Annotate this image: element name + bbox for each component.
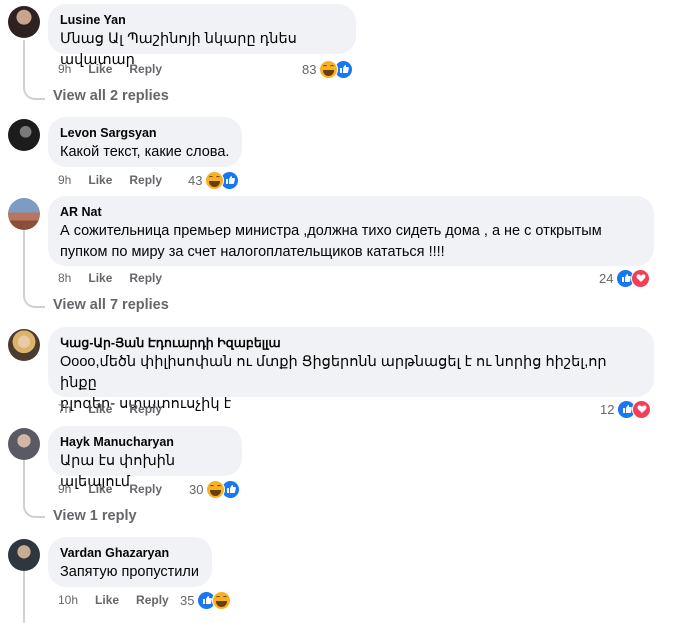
reply-button[interactable]: Reply [129, 482, 162, 496]
comment-text-line: пупком по миру за счет налогоплательщико… [60, 244, 445, 260]
haha-icon [212, 590, 232, 610]
reaction-summary[interactable]: 24 [599, 268, 651, 288]
reaction-count: 35 [180, 592, 195, 608]
comment-bubble: Lusine Yan Մնաց Ալ Պաշինոյի նկարը դնես ա… [48, 4, 356, 68]
comment-bubble: Կաց-Ար-Յան Էդուարդի Իզաբելլա Oooo,մեծն փ… [48, 327, 654, 412]
comment-author[interactable]: AR Nat [60, 204, 642, 220]
comment-author[interactable]: Lusine Yan [60, 12, 344, 28]
like-button[interactable]: Like [88, 271, 112, 285]
thread-curve [23, 294, 45, 308]
thread-line [23, 458, 25, 506]
comment-text: Какой текст, какие слова. [60, 144, 230, 160]
reaction-count: 30 [189, 481, 204, 497]
comment-bubble: Levon Sargsyan Какой текст, какие слова. [48, 117, 242, 167]
avatar[interactable] [8, 539, 40, 571]
thread-curve [23, 504, 45, 518]
comment-bubble: AR Nat А сожительница премьер министра ,… [48, 196, 654, 266]
comment-time[interactable]: 9h [58, 482, 71, 496]
thread-line [23, 40, 25, 88]
comment-text: Запятую пропустили [60, 564, 199, 580]
comment-time[interactable]: 9h [58, 62, 71, 76]
view-replies-link[interactable]: View all 2 replies [53, 86, 169, 106]
comment-text: А сожительница премьер министра ,должна … [60, 221, 642, 263]
comment-author[interactable]: Levon Sargsyan [60, 125, 230, 141]
comment-author[interactable]: Vardan Ghazaryan [60, 545, 200, 561]
comment-actions: 9h Like Reply [58, 479, 179, 499]
like-button[interactable]: Like [88, 173, 112, 187]
comment-actions: 7h Like Reply [58, 399, 179, 419]
reaction-summary[interactable]: 12 [600, 399, 652, 419]
comment-actions: 10h Like Reply [58, 590, 186, 610]
view-replies-link[interactable]: View all 7 replies [53, 295, 169, 315]
reply-button[interactable]: Reply [129, 271, 162, 285]
comment-actions: 9h Like Reply [58, 59, 179, 79]
reaction-count: 24 [599, 270, 614, 286]
reaction-count: 43 [188, 172, 203, 188]
reaction-summary[interactable]: 43 [188, 170, 240, 190]
thread-line [23, 230, 25, 296]
comment-time[interactable]: 10h [58, 593, 78, 607]
comment-actions: 9h Like Reply [58, 170, 179, 190]
haha-icon [206, 479, 226, 499]
like-button[interactable]: Like [88, 402, 112, 416]
avatar[interactable] [8, 198, 40, 230]
avatar[interactable] [8, 119, 40, 151]
comment-time[interactable]: 8h [58, 271, 71, 285]
reply-button[interactable]: Reply [129, 173, 162, 187]
like-button[interactable]: Like [88, 62, 112, 76]
avatar[interactable] [8, 428, 40, 460]
like-button[interactable]: Like [88, 482, 112, 496]
reaction-summary[interactable]: 35 [180, 590, 232, 610]
reaction-summary[interactable]: 30 [189, 479, 241, 499]
comment-time[interactable]: 7h [58, 402, 71, 416]
reaction-count: 83 [302, 61, 317, 77]
view-replies-link[interactable]: View 1 reply [53, 506, 137, 526]
haha-icon [205, 170, 225, 190]
comment-bubble: Hayk Manucharyan Արա էս փոխին ալեայում [48, 426, 242, 490]
avatar[interactable] [8, 329, 40, 361]
comment-actions: 8h Like Reply [58, 268, 179, 288]
comment-author[interactable]: Կաց-Ար-Յան Էդուարդի Իզաբելլա [60, 335, 642, 351]
reaction-count: 12 [600, 401, 615, 417]
reply-button[interactable]: Reply [129, 402, 162, 416]
comment-text-line: Oooo,մեծն փիլիսոփան ու մտքի Ցիցերոնն արթ… [60, 354, 607, 391]
thread-line [23, 570, 25, 623]
like-button[interactable]: Like [95, 593, 119, 607]
comment-author[interactable]: Hayk Manucharyan [60, 434, 230, 450]
reply-button[interactable]: Reply [129, 62, 162, 76]
love-icon [631, 268, 651, 288]
love-icon [632, 399, 652, 419]
reply-button[interactable]: Reply [136, 593, 169, 607]
comment-bubble: Vardan Ghazaryan Запятую пропустили [48, 537, 212, 587]
reaction-summary[interactable]: 83 [302, 59, 354, 79]
thread-curve [23, 86, 45, 100]
avatar[interactable] [8, 6, 40, 38]
haha-icon [319, 59, 339, 79]
comment-text-line: А сожительница премьер министра ,должна … [60, 223, 602, 239]
comment-time[interactable]: 9h [58, 173, 71, 187]
